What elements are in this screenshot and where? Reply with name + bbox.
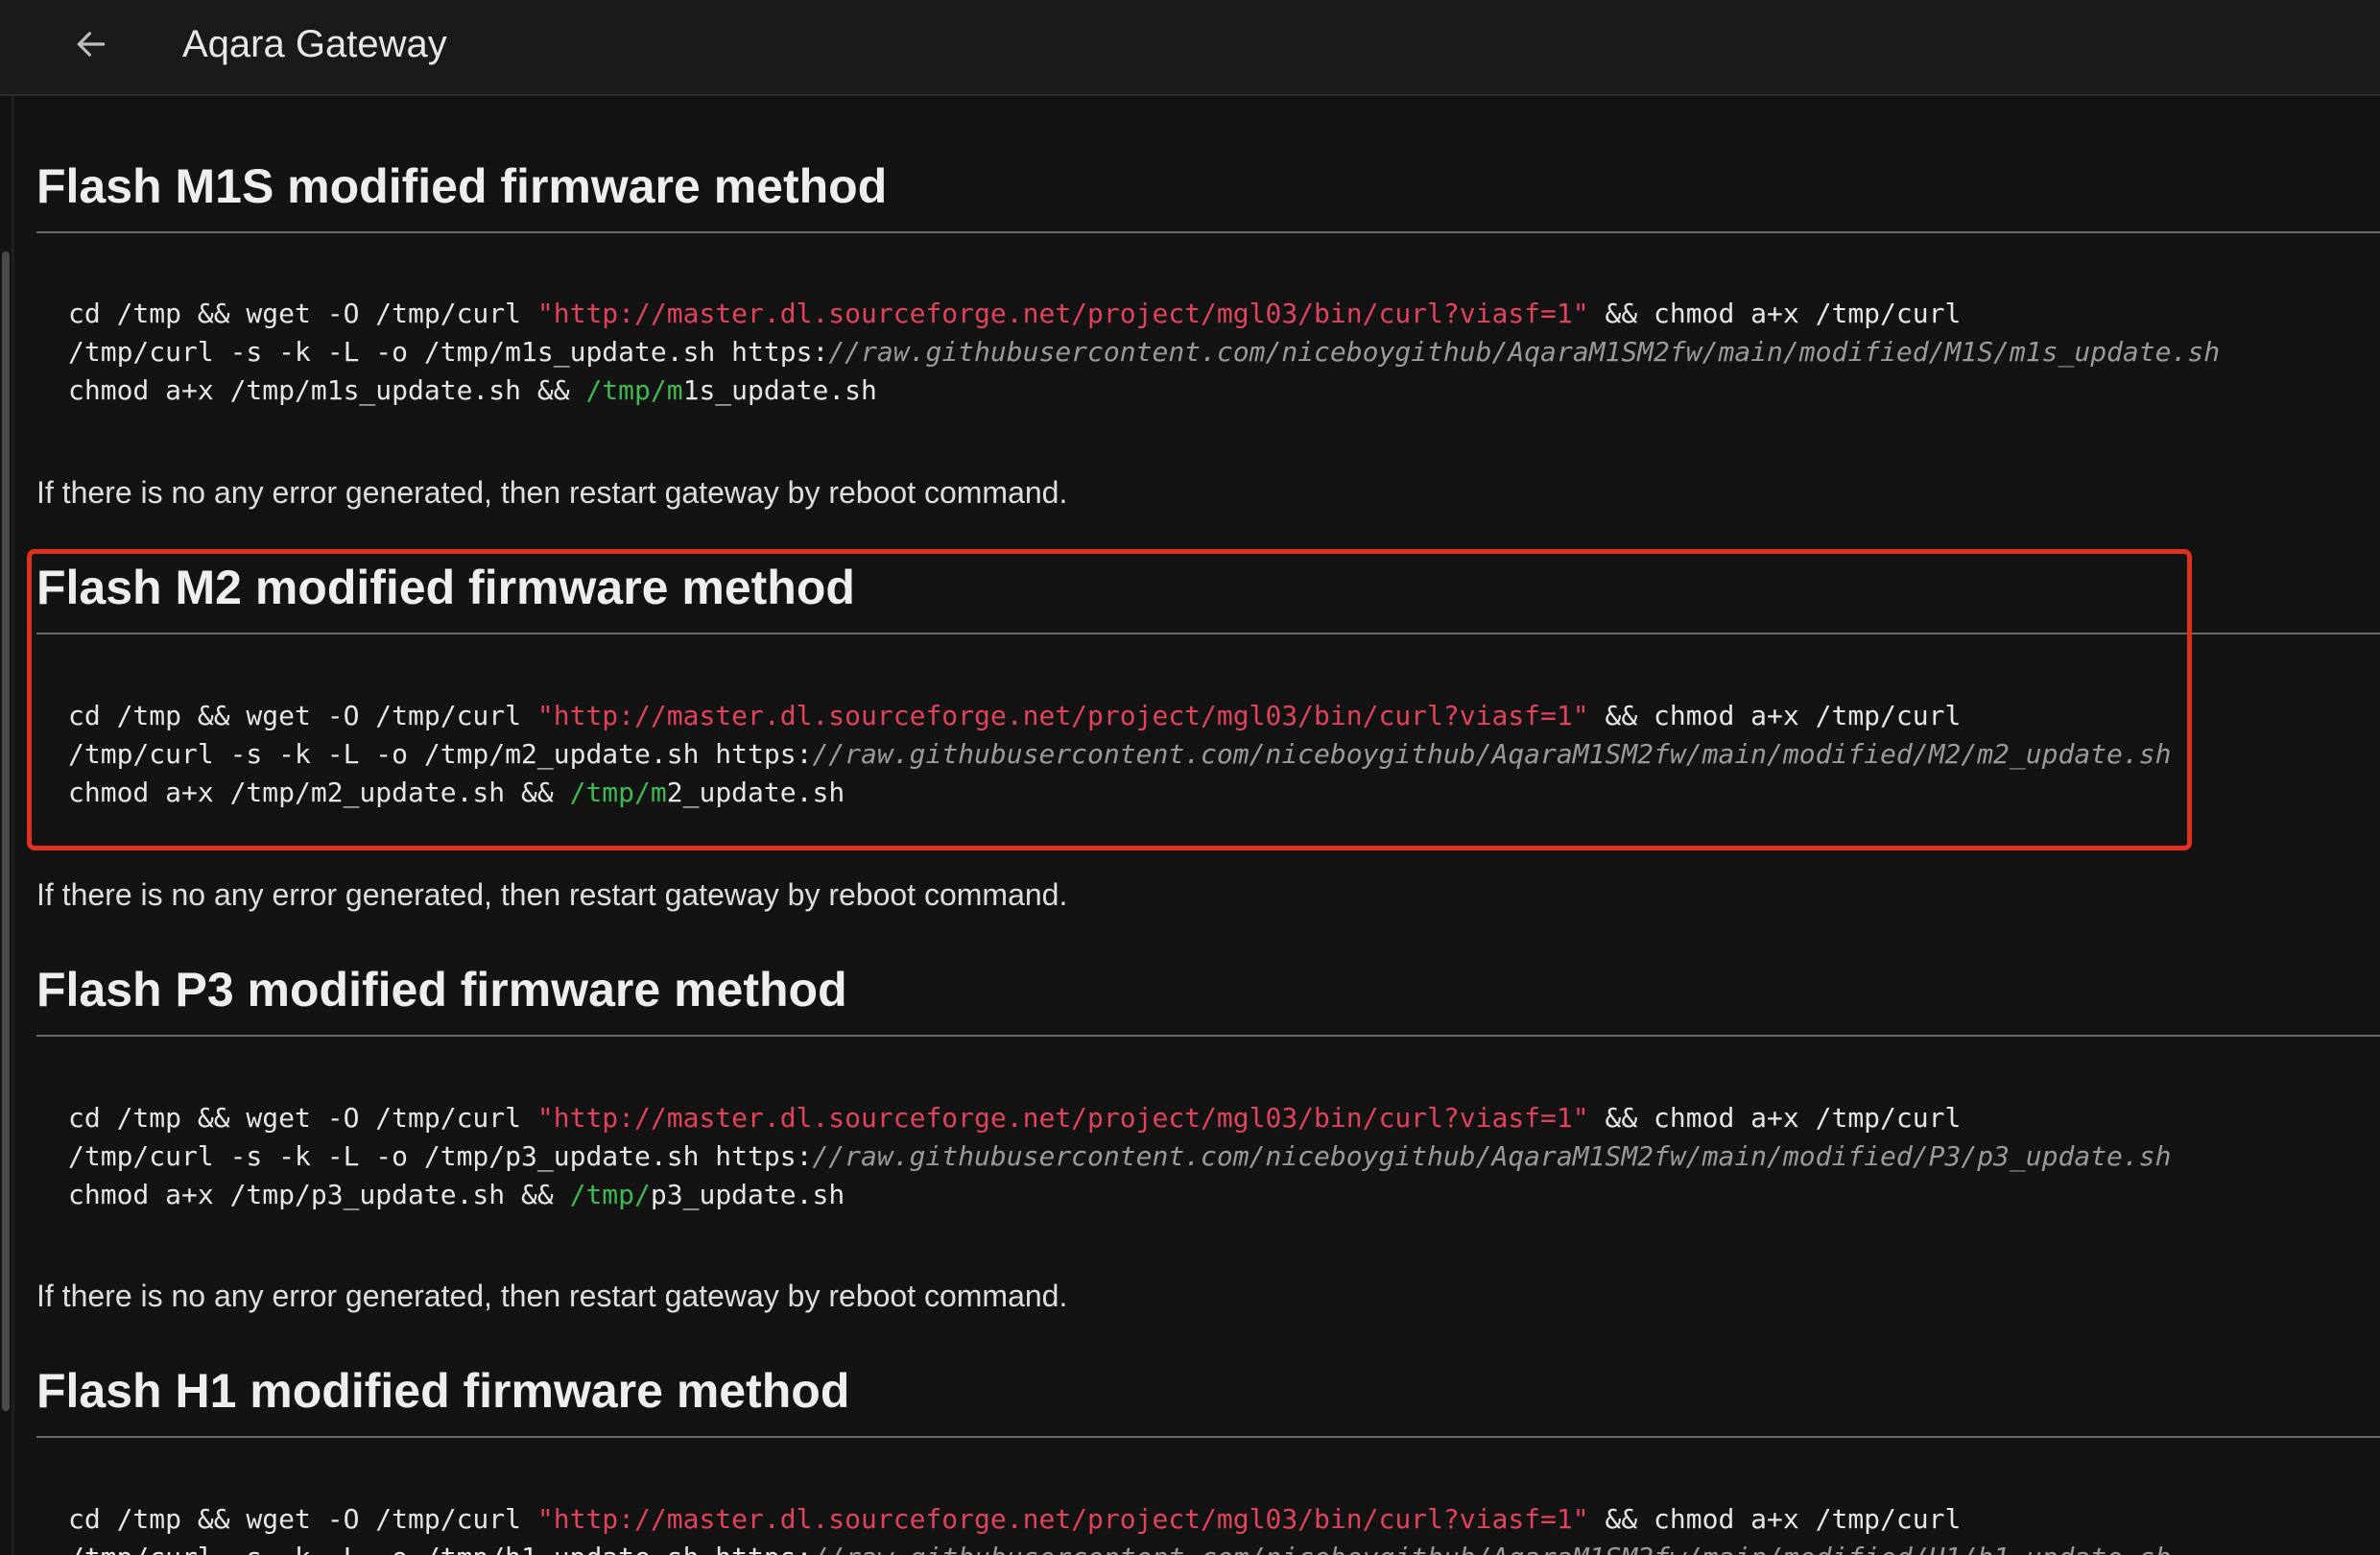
code-text: /tmp/curl -s -k -L -o /tmp/m1s_update.sh… (68, 336, 829, 368)
code-line: /tmp/curl -s -k -L -o /tmp/h1_update.sh … (68, 1539, 2171, 1555)
code-line: /tmp/curl -s -k -L -o /tmp/m1s_update.sh… (68, 333, 2220, 371)
code-text: && chmod a+x /tmp/curl (1588, 298, 1962, 329)
app-window: Aqara Gateway Flash M1S modified firmwar… (0, 0, 2380, 1555)
code-text: /tmp/curl -s -k -L -o /tmp/h1_update.sh … (68, 1542, 812, 1555)
code-text: 2_update.sh (666, 777, 845, 808)
code-text: cd /tmp && wget -O /tmp/curl (68, 298, 537, 329)
code-block[interactable]: cd /tmp && wget -O /tmp/curl "http://mas… (36, 295, 2220, 410)
section-title: Flash H1 modified firmware method (36, 1364, 850, 1418)
code-line: cd /tmp && wget -O /tmp/curl "http://mas… (68, 1500, 2171, 1539)
section-divider (36, 231, 2380, 233)
code-path: /tmp/m (585, 374, 683, 406)
code-text: cd /tmp && wget -O /tmp/curl (68, 1102, 537, 1134)
code-block[interactable]: cd /tmp && wget -O /tmp/curl "http://mas… (36, 697, 2171, 812)
section-divider (36, 633, 2380, 634)
section-divider (36, 1436, 2380, 1438)
page-title: Aqara Gateway (182, 23, 447, 65)
code-text: /tmp/curl -s -k -L -o /tmp/p3_update.sh … (68, 1140, 813, 1172)
code-url: //raw.githubusercontent.com/niceboygithu… (812, 738, 2172, 770)
code-path: /tmp/ (569, 1179, 651, 1210)
arrow-left-icon (77, 32, 106, 57)
side-divider (12, 96, 14, 1555)
code-path: /tmp/m (569, 777, 667, 808)
code-block[interactable]: cd /tmp && wget -O /tmp/curl "http://mas… (36, 1500, 2171, 1555)
code-line: cd /tmp && wget -O /tmp/curl "http://mas… (68, 1099, 2171, 1137)
code-line: chmod a+x /tmp/p3_update.sh && /tmp/p3_u… (68, 1176, 2171, 1214)
code-text: /tmp/curl -s -k -L -o /tmp/m2_update.sh … (68, 738, 813, 770)
code-line: cd /tmp && wget -O /tmp/curl "http://mas… (68, 697, 2171, 735)
code-text: chmod a+x /tmp/m2_update.sh && (68, 777, 570, 808)
code-text: 1s_update.sh (682, 374, 877, 406)
code-text: && chmod a+x /tmp/curl (1588, 700, 1962, 731)
section-note: If there is no any error generated, then… (36, 877, 1068, 912)
top-bar: Aqara Gateway (0, 0, 2380, 96)
section-title: Flash M2 modified firmware method (36, 561, 855, 614)
code-url: //raw.githubusercontent.com/niceboygithu… (828, 336, 2221, 368)
code-text: chmod a+x /tmp/m1s_update.sh && (68, 374, 586, 406)
section-title: Flash M1S modified firmware method (36, 159, 888, 213)
section-note: If there is no any error generated, then… (36, 475, 1068, 510)
code-text: p3_update.sh (650, 1179, 845, 1210)
code-url: //raw.githubusercontent.com/niceboygithu… (812, 1542, 2171, 1555)
code-str: "http://master.dl.sourceforge.net/projec… (536, 298, 1589, 329)
code-block[interactable]: cd /tmp && wget -O /tmp/curl "http://mas… (36, 1099, 2171, 1214)
code-line: /tmp/curl -s -k -L -o /tmp/p3_update.sh … (68, 1137, 2171, 1176)
code-str: "http://master.dl.sourceforge.net/projec… (536, 1102, 1589, 1134)
section-title: Flash P3 modified firmware method (36, 963, 847, 1017)
code-text: cd /tmp && wget -O /tmp/curl (68, 1503, 537, 1535)
code-url: //raw.githubusercontent.com/niceboygithu… (812, 1140, 2172, 1172)
back-button[interactable] (58, 15, 125, 73)
scrollbar[interactable] (0, 251, 10, 1411)
code-text: && chmod a+x /tmp/curl (1588, 1503, 1962, 1535)
code-text: chmod a+x /tmp/p3_update.sh && (68, 1179, 570, 1210)
scrollbar-thumb[interactable] (2, 251, 10, 1411)
code-line: chmod a+x /tmp/m2_update.sh && /tmp/m2_u… (68, 774, 2171, 812)
code-str: "http://master.dl.sourceforge.net/projec… (536, 700, 1589, 731)
code-line: chmod a+x /tmp/m1s_update.sh && /tmp/m1s… (68, 371, 2220, 410)
section-note: If there is no any error generated, then… (36, 1279, 1068, 1313)
code-text: cd /tmp && wget -O /tmp/curl (68, 700, 537, 731)
section-divider (36, 1035, 2380, 1037)
code-str: "http://master.dl.sourceforge.net/projec… (536, 1503, 1589, 1535)
code-text: && chmod a+x /tmp/curl (1588, 1102, 1962, 1134)
code-line: cd /tmp && wget -O /tmp/curl "http://mas… (68, 295, 2220, 333)
code-line: /tmp/curl -s -k -L -o /tmp/m2_update.sh … (68, 735, 2171, 774)
